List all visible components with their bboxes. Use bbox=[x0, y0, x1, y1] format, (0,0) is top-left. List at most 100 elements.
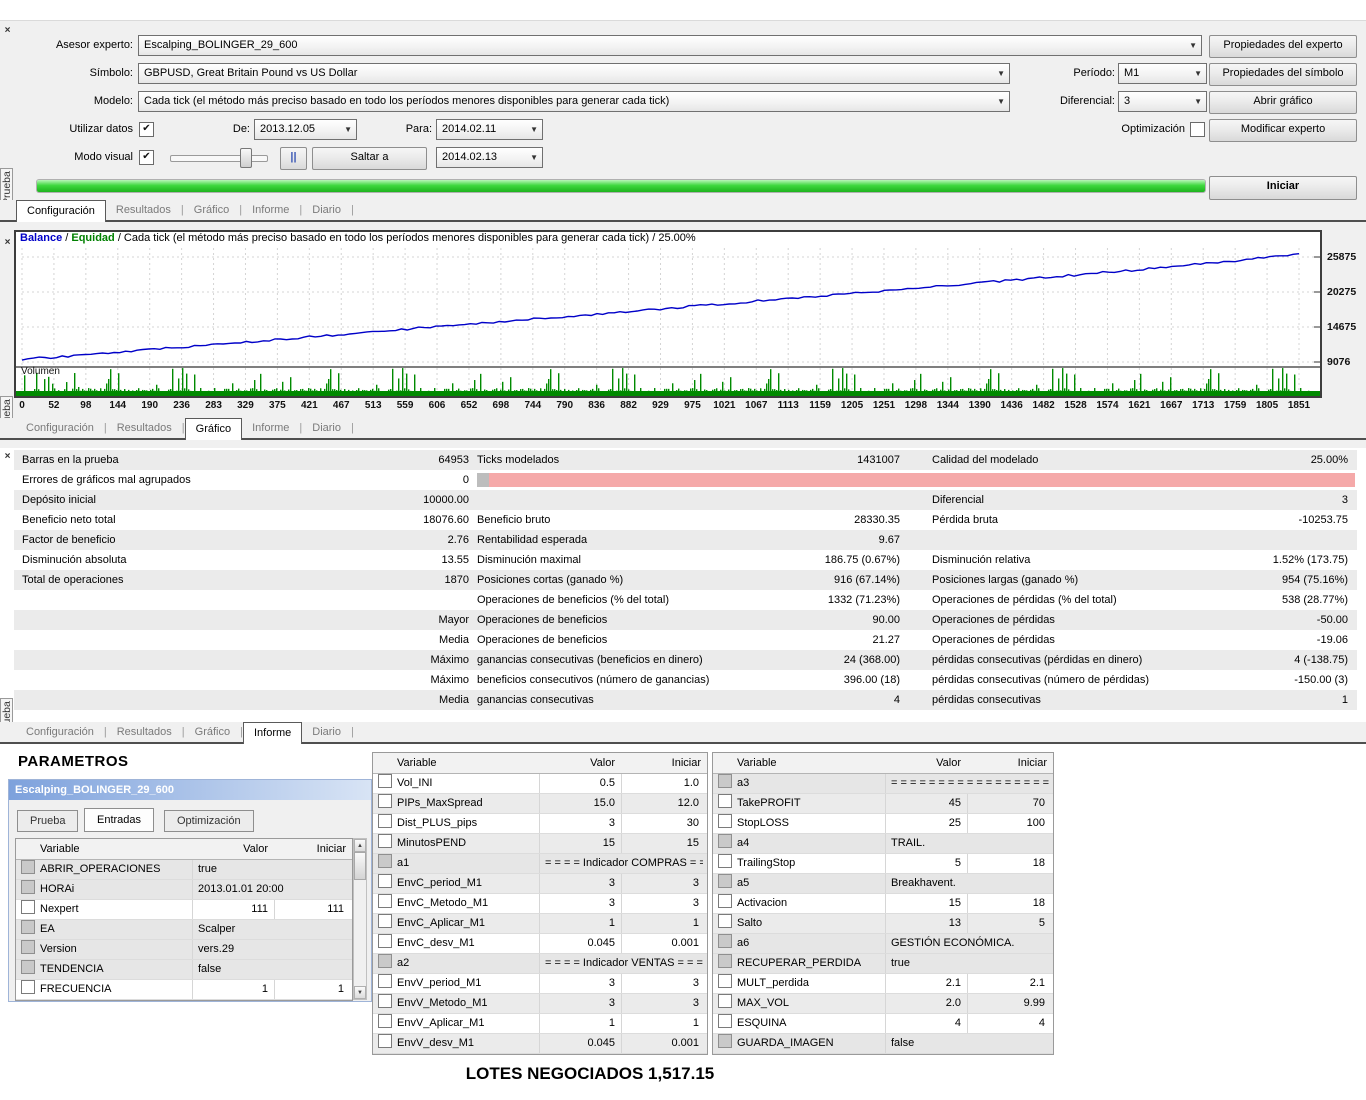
scroll-down-icon[interactable]: ▼ bbox=[354, 986, 366, 999]
scrollbar-thumb[interactable] bbox=[354, 852, 366, 880]
tab-informe[interactable]: Informe bbox=[242, 418, 299, 438]
tester-tabbar-informe: Configuración|Resultados|Gráfico|Informe… bbox=[0, 722, 1366, 744]
optimize-checkbox[interactable] bbox=[378, 774, 392, 788]
start-button[interactable]: Iniciar bbox=[1209, 176, 1357, 200]
optimize-checkbox[interactable] bbox=[378, 974, 392, 988]
tab-resultados[interactable]: Resultados bbox=[106, 200, 181, 220]
optimize-checkbox[interactable] bbox=[378, 1034, 392, 1048]
optimize-checkbox[interactable] bbox=[718, 1034, 732, 1048]
tab-configuración[interactable]: Configuración bbox=[16, 200, 106, 222]
chevron-down-icon[interactable]: ▼ bbox=[344, 120, 352, 139]
optimize-checkbox[interactable] bbox=[718, 794, 732, 808]
param-value: 2013.01.01 20:00 bbox=[198, 880, 348, 899]
inputs-tab-prueba[interactable]: Prueba bbox=[17, 810, 78, 832]
optimize-checkbox[interactable] bbox=[378, 1014, 392, 1028]
optimize-checkbox[interactable] bbox=[718, 974, 732, 988]
optimize-checkbox[interactable] bbox=[718, 854, 732, 868]
pause-button[interactable]: || bbox=[280, 147, 307, 170]
chevron-down-icon[interactable]: ▼ bbox=[997, 92, 1005, 111]
tab-configuración[interactable]: Configuración bbox=[16, 418, 104, 438]
param-name: EnvC_desv_M1 bbox=[397, 934, 535, 953]
inputs-tab-entradas[interactable]: Entradas bbox=[84, 808, 154, 832]
spread-combo[interactable]: 3 ▼ bbox=[1118, 91, 1207, 112]
open-chart-button[interactable]: Abrir gráfico bbox=[1209, 91, 1357, 114]
optimize-checkbox[interactable] bbox=[21, 960, 35, 974]
optimize-checkbox[interactable] bbox=[718, 894, 732, 908]
chevron-down-icon[interactable]: ▼ bbox=[1194, 64, 1202, 83]
chevron-down-icon[interactable]: ▼ bbox=[1189, 36, 1197, 55]
optimize-checkbox[interactable] bbox=[718, 874, 732, 888]
optimize-checkbox[interactable] bbox=[718, 994, 732, 1008]
optimize-checkbox[interactable] bbox=[378, 814, 392, 828]
tab-gráfico[interactable]: Gráfico bbox=[185, 418, 242, 440]
modify-expert-button[interactable]: Modificar experto bbox=[1209, 119, 1357, 142]
model-combo[interactable]: Cada tick (el método más preciso basado … bbox=[138, 91, 1010, 112]
optimize-checkbox[interactable] bbox=[21, 880, 35, 894]
expert-properties-button[interactable]: Propiedades del experto bbox=[1209, 35, 1357, 58]
optimize-checkbox[interactable] bbox=[718, 914, 732, 928]
optimize-checkbox[interactable] bbox=[378, 834, 392, 848]
optimize-checkbox[interactable] bbox=[378, 874, 392, 888]
optimize-checkbox[interactable] bbox=[21, 900, 35, 914]
x-tick-label: 975 bbox=[684, 400, 701, 411]
x-tick-label: 283 bbox=[205, 400, 222, 411]
scroll-up-icon[interactable]: ▲ bbox=[354, 839, 366, 852]
expert-combo[interactable]: Escalping_BOLINGER_29_600 ▼ bbox=[138, 35, 1202, 56]
chevron-down-icon[interactable]: ▼ bbox=[997, 64, 1005, 83]
tab-resultados[interactable]: Resultados bbox=[107, 418, 182, 438]
tab-informe[interactable]: Informe bbox=[242, 200, 299, 220]
tab-diario[interactable]: Diario bbox=[302, 722, 351, 742]
tab-configuración[interactable]: Configuración bbox=[16, 722, 104, 742]
inputs-tab-optimización[interactable]: Optimización bbox=[164, 810, 254, 832]
column-divider bbox=[621, 914, 622, 933]
skip-to-button[interactable]: Saltar a bbox=[312, 147, 427, 170]
optimize-checkbox[interactable] bbox=[21, 860, 35, 874]
optimize-checkbox[interactable] bbox=[21, 980, 35, 994]
tab-gráfico[interactable]: Gráfico bbox=[185, 722, 240, 742]
period-combo[interactable]: M1 ▼ bbox=[1118, 63, 1207, 84]
to-date-combo[interactable]: 2014.02.11 ▼ bbox=[436, 119, 543, 140]
chevron-down-icon[interactable]: ▼ bbox=[1194, 92, 1202, 111]
spread-value: 3 bbox=[1124, 95, 1130, 107]
visual-speed-slider-thumb[interactable] bbox=[240, 148, 252, 168]
chevron-down-icon[interactable]: ▼ bbox=[530, 148, 538, 167]
close-icon[interactable]: × bbox=[2, 238, 13, 249]
tab-diario[interactable]: Diario bbox=[302, 418, 351, 438]
skip-date-combo[interactable]: 2014.02.13 ▼ bbox=[436, 147, 543, 168]
inputs-scrollbar[interactable]: ▲ ▼ bbox=[353, 838, 367, 1000]
optimize-checkbox[interactable] bbox=[718, 934, 732, 948]
report-value: 1870 bbox=[269, 570, 469, 590]
param-value: 15.0 bbox=[539, 794, 615, 813]
column-divider bbox=[967, 894, 968, 913]
tab-resultados[interactable]: Resultados bbox=[107, 722, 182, 742]
chevron-down-icon[interactable]: ▼ bbox=[530, 120, 538, 139]
optimize-checkbox[interactable] bbox=[718, 834, 732, 848]
visual-speed-slider[interactable] bbox=[170, 155, 268, 162]
optimize-checkbox[interactable] bbox=[718, 954, 732, 968]
use-dates-checkbox[interactable]: ✔ bbox=[139, 122, 154, 137]
tab-gráfico[interactable]: Gráfico bbox=[184, 200, 239, 220]
optimize-checkbox[interactable] bbox=[378, 854, 392, 868]
x-tick-label: 929 bbox=[652, 400, 669, 411]
from-date-combo[interactable]: 2013.12.05 ▼ bbox=[254, 119, 357, 140]
optimize-checkbox[interactable] bbox=[378, 794, 392, 808]
param-table-header: VariableValorIniciar bbox=[713, 753, 1053, 774]
visual-mode-checkbox[interactable]: ✔ bbox=[139, 150, 154, 165]
param-value: true bbox=[198, 860, 348, 879]
tab-diario[interactable]: Diario bbox=[302, 200, 351, 220]
optimize-checkbox[interactable] bbox=[378, 914, 392, 928]
optimize-checkbox[interactable] bbox=[378, 954, 392, 968]
optimize-checkbox[interactable] bbox=[21, 920, 35, 934]
symbol-combo[interactable]: GBPUSD, Great Britain Pound vs US Dollar… bbox=[138, 63, 1010, 84]
optimize-checkbox[interactable] bbox=[378, 994, 392, 1008]
optimize-checkbox[interactable] bbox=[718, 774, 732, 788]
optimize-checkbox[interactable] bbox=[378, 894, 392, 908]
close-icon[interactable]: × bbox=[2, 452, 13, 463]
optimization-checkbox[interactable] bbox=[1190, 122, 1205, 137]
optimize-checkbox[interactable] bbox=[378, 934, 392, 948]
symbol-properties-button[interactable]: Propiedades del símbolo bbox=[1209, 63, 1357, 86]
optimize-checkbox[interactable] bbox=[21, 940, 35, 954]
optimize-checkbox[interactable] bbox=[718, 814, 732, 828]
tab-informe[interactable]: Informe bbox=[243, 722, 302, 744]
optimize-checkbox[interactable] bbox=[718, 1014, 732, 1028]
